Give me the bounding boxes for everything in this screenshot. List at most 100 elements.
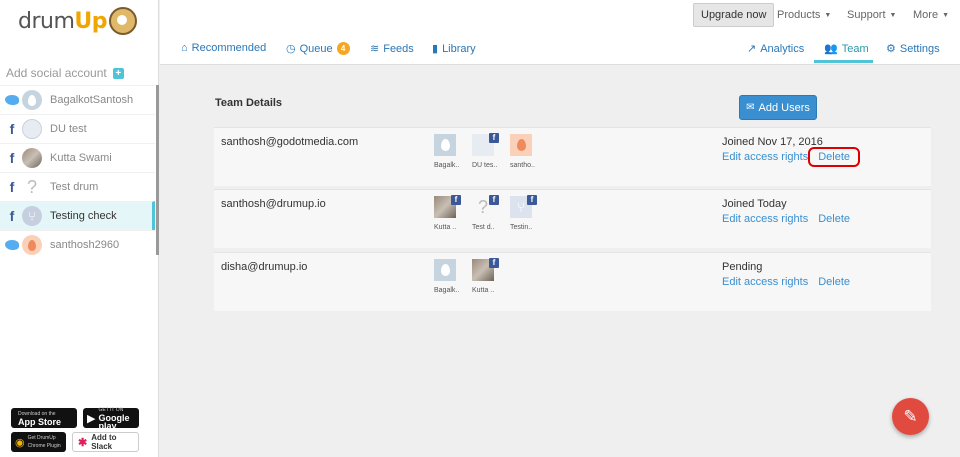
edit-access-rights-link[interactable]: Edit access rights — [722, 213, 808, 225]
member-accounts: f Kutta .. ? f Test d.. ⑂ f Testin.. — [434, 195, 548, 231]
member-actions: Edit access rights Delete — [722, 147, 860, 167]
member-account-label: Kutta .. — [472, 287, 495, 294]
play-icon: ▶ — [87, 412, 96, 425]
member-account: Bagalk.. — [434, 134, 471, 169]
rss-icon: ≋ — [370, 43, 380, 55]
facebook-icon: f — [9, 121, 15, 137]
member-account-avatar — [434, 259, 456, 281]
member-account-avatar: f — [472, 258, 499, 281]
add-users-label: Add Users — [758, 101, 810, 114]
twitter-icon — [5, 240, 19, 250]
member-account-label: Test d.. — [472, 224, 495, 231]
sidebar-account-item[interactable]: f Kutta Swami — [0, 143, 155, 172]
member-account: f DU tes.. — [472, 133, 509, 169]
upgrade-now-button[interactable]: Upgrade now — [693, 3, 775, 27]
tab-library-label: Library — [442, 42, 476, 55]
sidebar-scrollbar[interactable] — [156, 85, 159, 255]
member-account-avatar: f — [434, 195, 461, 218]
facebook-icon: f — [9, 179, 15, 195]
account-name: Kutta Swami — [50, 152, 112, 164]
social-account-list: BagalkotSantosh f DU test f Kutta Swami f? Tes… — [0, 85, 155, 259]
member-account: ? f Test d.. — [472, 195, 509, 231]
home-icon: ⌂ — [181, 42, 188, 54]
products-menu[interactable]: Products ▼ — [777, 9, 831, 21]
add-to-slack-badge[interactable]: ✱ Add to Slack — [72, 432, 139, 452]
tab-queue[interactable]: ◷ Queue 4 — [286, 42, 350, 55]
google-play-badge[interactable]: ▶ GET IT ON Google play — [83, 407, 139, 431]
account-avatar — [22, 148, 42, 168]
account-name: Test drum — [50, 181, 99, 193]
plus-icon[interactable]: + — [112, 67, 124, 79]
member-actions: Edit access rights Delete — [722, 213, 850, 225]
member-email: santhosh@godotmedia.com — [221, 136, 359, 148]
support-label: Support — [847, 9, 886, 21]
sidebar-account-item[interactable]: f? Test drum — [0, 172, 155, 201]
chrome-plugin-badge[interactable]: ◉ Get DrumUp Chrome Plugin — [11, 432, 66, 452]
delete-member-link[interactable]: Delete — [818, 276, 850, 288]
member-status: Pending — [722, 261, 763, 273]
member-account-label: Bagalk.. — [434, 287, 460, 294]
chrome-small: Get DrumUp — [27, 435, 56, 441]
tab-recommended[interactable]: ⌂ Recommended — [181, 42, 266, 54]
add-social-account[interactable]: Add social account + — [6, 66, 124, 80]
facebook-icon: f — [489, 258, 499, 268]
tab-feeds[interactable]: ≋ Feeds — [370, 42, 414, 56]
top-navigation: Upgrade now Products ▼ Support ▼ More ▼ ⌂ Re… — [160, 0, 960, 65]
tab-analytics[interactable]: ↗ Analytics — [747, 42, 804, 56]
member-email: santhosh@drumup.io — [221, 198, 326, 210]
member-account-avatar: f — [472, 133, 499, 156]
member-account: f Kutta .. — [472, 258, 509, 294]
compose-button[interactable]: ✎ — [892, 398, 929, 435]
member-account-label: Bagalk.. — [434, 162, 460, 169]
sidebar-account-item[interactable]: BagalkotSantosh — [0, 85, 155, 114]
slack-label: Add to Slack — [91, 433, 117, 451]
page-title: Team Details — [215, 97, 283, 109]
account-avatar — [22, 119, 42, 139]
member-account: ⑂ f Testin.. — [510, 195, 547, 231]
delete-member-link[interactable]: Delete — [818, 213, 850, 225]
tab-recommended-label: Recommended — [191, 42, 267, 54]
account-name: BagalkotSantosh — [50, 94, 134, 106]
caret-down-icon: ▼ — [889, 11, 897, 19]
member-account-label: Kutta .. — [434, 224, 457, 231]
drumup-logo[interactable]: drumUp — [18, 6, 138, 36]
account-name: DU test — [50, 123, 87, 135]
caret-down-icon: ▼ — [824, 11, 832, 19]
tab-team[interactable]: 👥 Team — [824, 42, 869, 56]
google-play-big: Google play — [98, 413, 130, 431]
member-account-avatar — [510, 134, 532, 156]
support-menu[interactable]: Support ▼ — [847, 9, 896, 21]
add-users-button[interactable]: ✉ Add Users — [739, 95, 817, 120]
tab-team-label: Team — [841, 42, 869, 55]
bookmark-icon: ▮ — [432, 43, 439, 55]
tab-settings-label: Settings — [899, 42, 940, 55]
member-status: Joined Nov 17, 2016 — [722, 136, 823, 148]
tab-feeds-label: Feeds — [383, 42, 414, 55]
edit-access-rights-link[interactable]: Edit access rights — [722, 276, 808, 288]
app-store-big: App Store — [18, 417, 62, 427]
users-icon: 👥 — [824, 43, 838, 55]
member-email: disha@drumup.io — [221, 261, 308, 273]
sidebar-account-item[interactable]: f ⑂ Testing check — [0, 201, 155, 230]
sidebar-account-item[interactable]: f DU test — [0, 114, 155, 143]
account-name: Testing check — [50, 210, 117, 222]
chrome-icon: ◉ — [15, 436, 25, 449]
queue-count-badge: 4 — [336, 42, 350, 55]
member-account-avatar — [434, 134, 456, 156]
more-label: More — [913, 9, 939, 21]
member-account-avatar: ? f — [472, 195, 499, 218]
more-menu[interactable]: More ▼ — [913, 9, 949, 21]
member-account: Bagalk.. — [434, 259, 471, 294]
app-store-badge[interactable]: Download on the App Store — [11, 408, 77, 428]
tab-library[interactable]: ▮ Library — [432, 42, 476, 56]
edit-access-rights-link[interactable]: Edit access rights — [722, 151, 808, 163]
products-label: Products — [777, 9, 821, 21]
tab-settings[interactable]: ⚙ Settings — [886, 42, 940, 56]
account-avatar — [22, 235, 42, 255]
account-avatar: ⑂ — [22, 206, 42, 226]
account-avatar: ? — [26, 176, 37, 197]
delete-member-link[interactable]: Delete — [808, 147, 860, 167]
team-member-row: santhosh@drumup.io f Kutta .. ? f Test d.. ⑂ f T… — [214, 189, 931, 248]
facebook-icon: f — [527, 195, 537, 205]
sidebar-account-item[interactable]: santhosh2960 — [0, 230, 155, 259]
